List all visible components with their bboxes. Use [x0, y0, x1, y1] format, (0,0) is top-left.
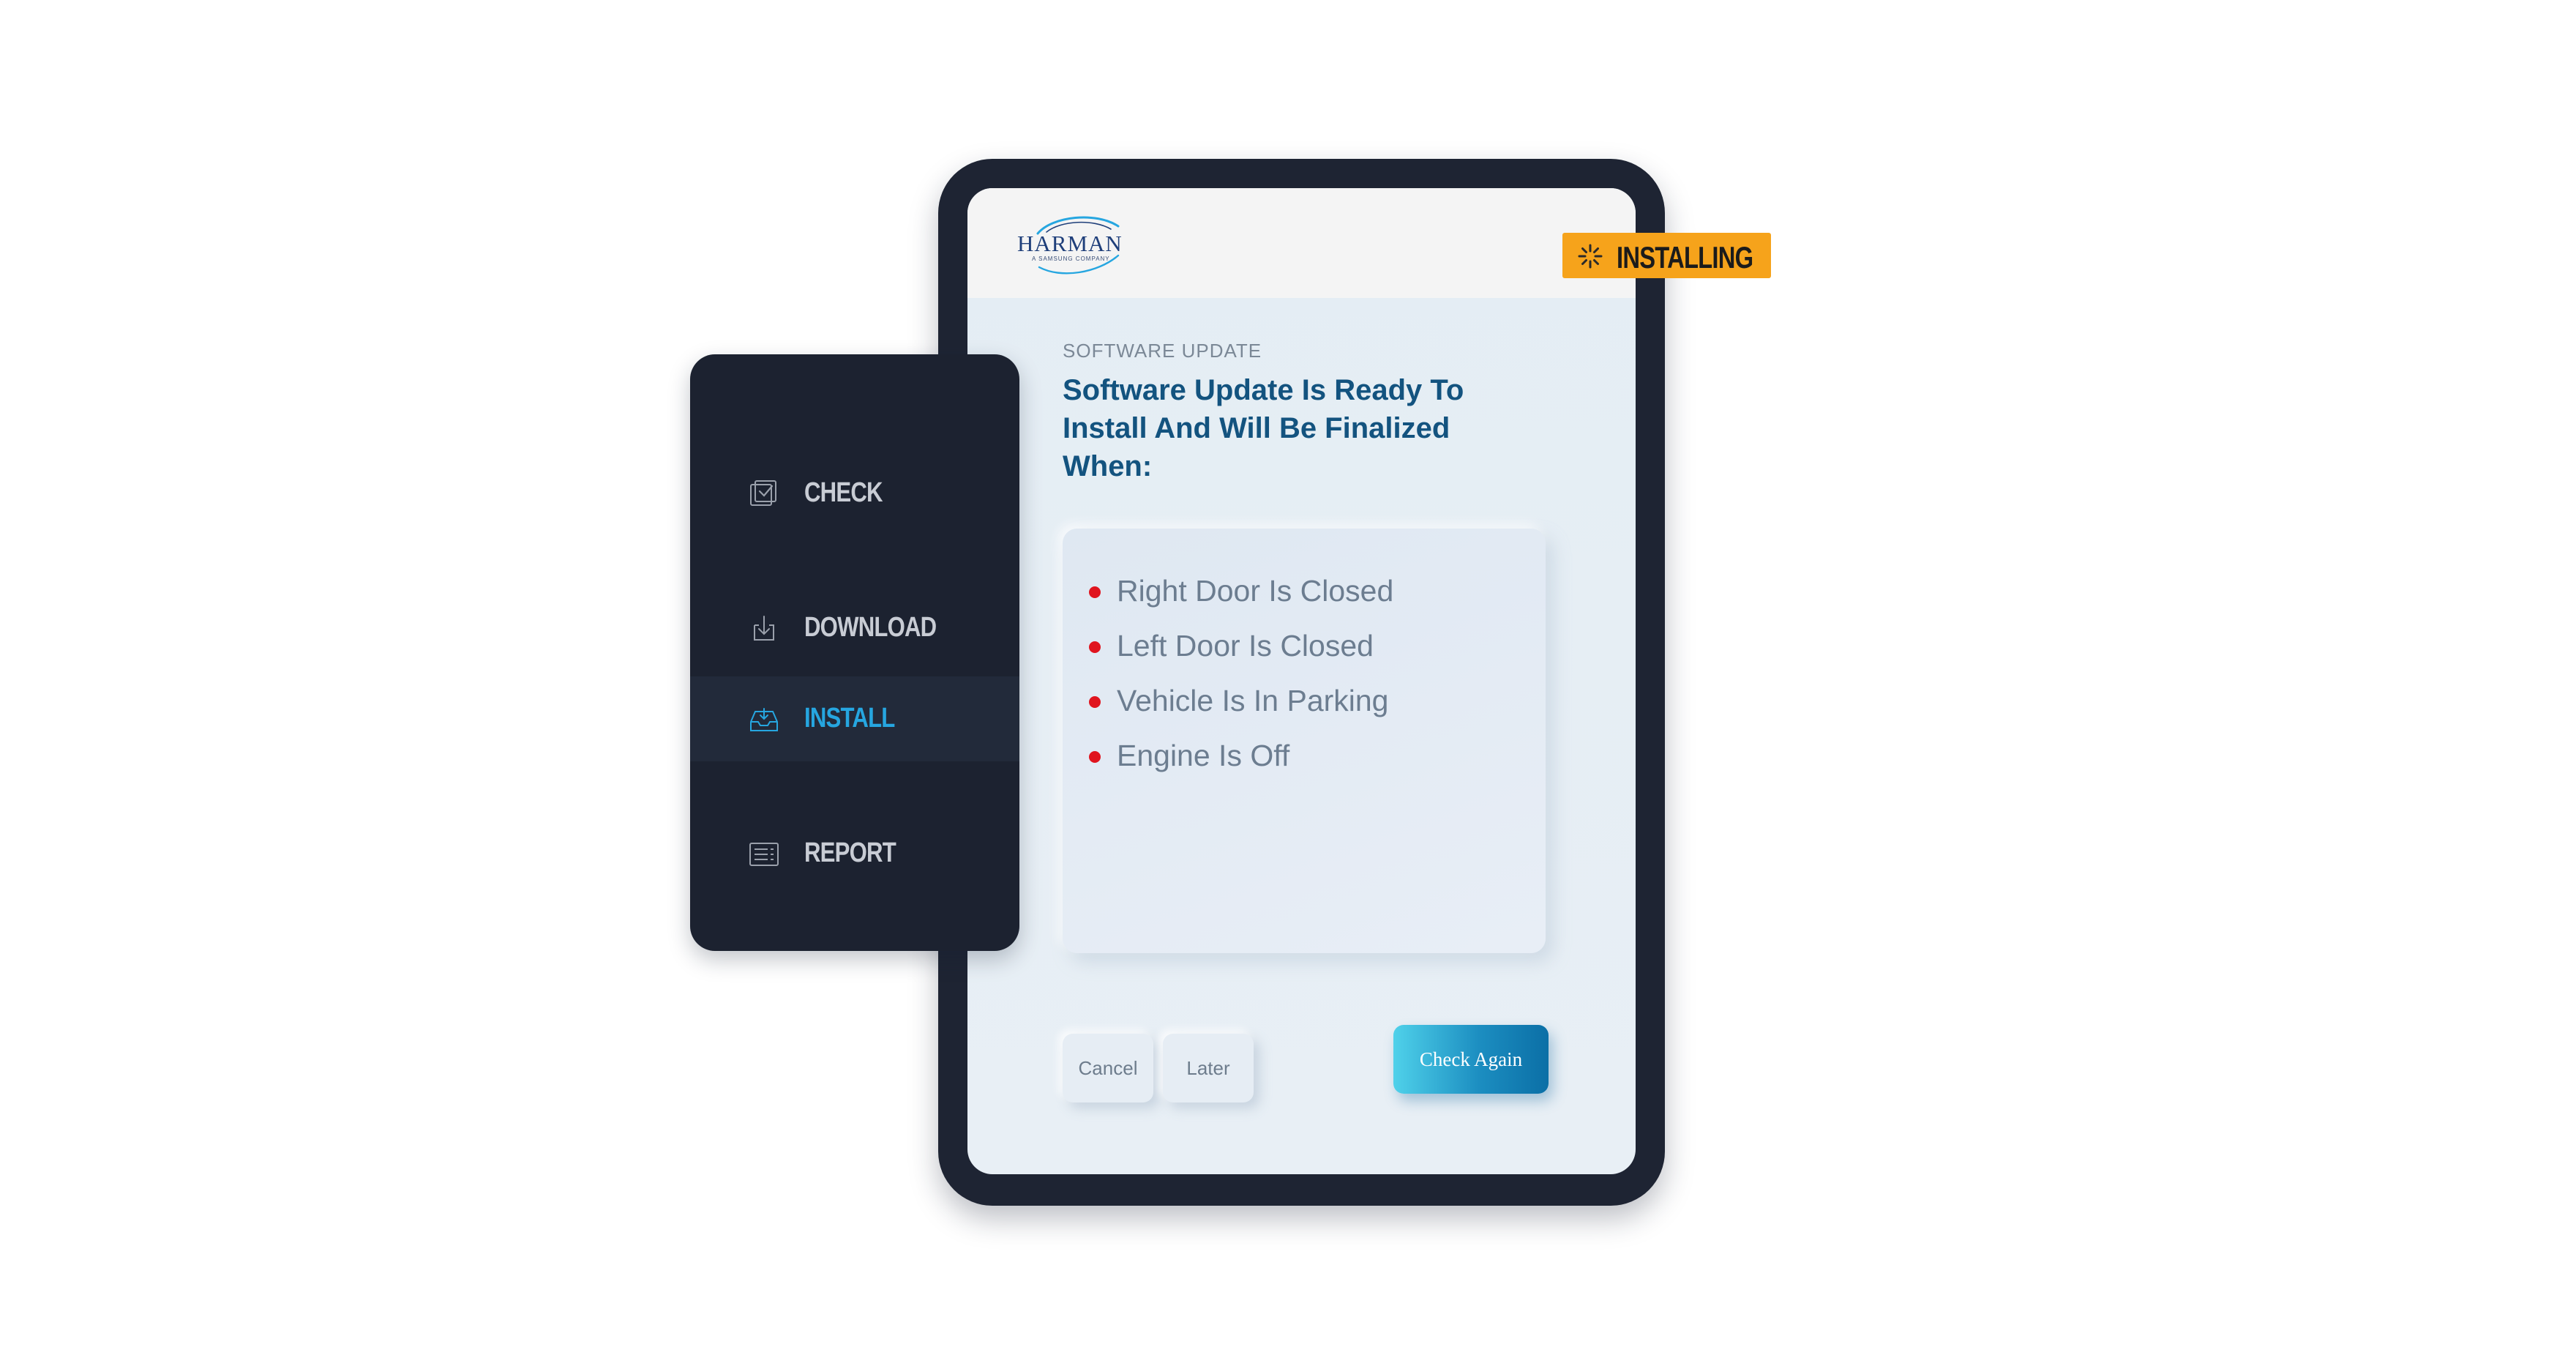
bullet-dot-icon: [1089, 641, 1101, 653]
stage: HARMAN A SAMSUNG COMPANY SOFTWARE UPDATE…: [0, 0, 2576, 1347]
harman-logo: HARMAN A SAMSUNG COMPANY: [1017, 210, 1127, 276]
bullet-dot-icon: [1089, 696, 1101, 708]
condition-text: Engine Is Off: [1117, 739, 1290, 772]
condition-item: Engine Is Off: [1089, 739, 1393, 794]
sidebar-item-report[interactable]: REPORT: [690, 811, 1019, 896]
section-eyebrow: SOFTWARE UPDATE: [1063, 340, 1262, 362]
status-badge-label: INSTALLING: [1617, 240, 1753, 275]
condition-item: Vehicle Is In Parking: [1089, 684, 1393, 739]
bullet-dot-icon: [1089, 586, 1101, 598]
condition-text: Right Door Is Closed: [1117, 574, 1394, 608]
condition-item: Left Door Is Closed: [1089, 629, 1393, 684]
spinner-icon: [1578, 244, 1603, 269]
tablet-device: HARMAN A SAMSUNG COMPANY SOFTWARE UPDATE…: [938, 159, 1665, 1206]
sidebar-item-label: REPORT: [804, 837, 896, 868]
download-icon: [754, 616, 774, 641]
sidebar-item-download[interactable]: DOWNLOAD: [690, 586, 1019, 671]
sidebar-item-label: INSTALL: [804, 703, 895, 734]
update-steps-sidebar: CHECK DOWNLOAD INSTALL REPORT: [690, 354, 1019, 951]
report-list-icon: [749, 843, 779, 866]
checklist-icon: [750, 480, 776, 506]
sidebar-item-check[interactable]: CHECK: [690, 451, 1019, 536]
conditions-card: Right Door Is Closed Left Door Is Closed…: [1063, 529, 1546, 953]
logo-wordmark: HARMAN: [1017, 231, 1123, 256]
condition-text: Vehicle Is In Parking: [1117, 684, 1389, 717]
bullet-dot-icon: [1089, 751, 1101, 763]
update-headline: Software Update Is Ready To Install And …: [1063, 374, 1464, 482]
conditions-list: Right Door Is Closed Left Door Is Closed…: [1089, 574, 1393, 794]
sidebar-item-label: CHECK: [804, 477, 883, 508]
tablet-screen: HARMAN A SAMSUNG COMPANY SOFTWARE UPDATE…: [967, 188, 1636, 1174]
sidebar-item-label: DOWNLOAD: [804, 612, 937, 643]
sidebar-item-install[interactable]: INSTALL: [690, 676, 1019, 761]
installing-status-badge: INSTALLING: [1562, 233, 1771, 278]
later-button[interactable]: Later: [1163, 1034, 1254, 1102]
install-tray-icon: [750, 708, 778, 731]
check-again-button[interactable]: Check Again: [1393, 1025, 1549, 1094]
cancel-button[interactable]: Cancel: [1063, 1034, 1153, 1102]
screen-header: HARMAN A SAMSUNG COMPANY: [967, 188, 1636, 298]
condition-item: Right Door Is Closed: [1089, 574, 1393, 629]
logo-tagline: A SAMSUNG COMPANY: [1032, 255, 1110, 262]
condition-text: Left Door Is Closed: [1117, 629, 1374, 663]
